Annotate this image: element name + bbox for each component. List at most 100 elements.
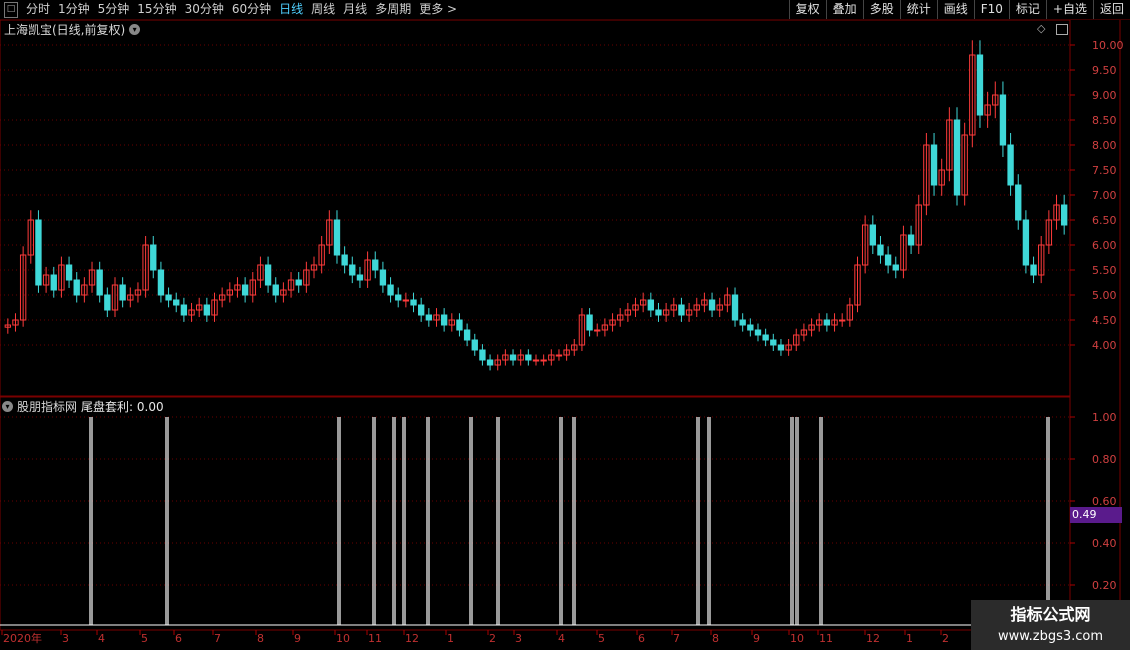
f10-button[interactable]: F10	[973, 0, 1009, 19]
candle-body	[349, 264, 356, 276]
tab-more[interactable]: 更多 >	[415, 0, 461, 19]
overlay-button[interactable]: 叠加	[825, 0, 863, 19]
candle-body	[456, 319, 463, 331]
tab-weekly[interactable]: 周线	[307, 0, 339, 19]
candle-body	[180, 304, 188, 316]
chart-canvas[interactable]: 10.00 9.50 9.00 8.50 8.00 7.50 7.00 6.50 6.00 5.5…	[0, 20, 1130, 650]
diamond-icon[interactable]: ◇	[1037, 22, 1045, 35]
period-tabs: □ 分时 1分钟 5分钟 15分钟 30分钟 60分钟 日线 周线 月线 多周期…	[0, 0, 461, 19]
candle-body	[1022, 219, 1030, 266]
candle-body	[747, 324, 754, 331]
price-tick-label: 7.50	[1092, 164, 1117, 177]
candle-body	[655, 309, 662, 316]
candle-body	[877, 244, 884, 256]
candle-body	[907, 234, 915, 246]
date-tick-label: 11	[368, 632, 382, 645]
tab-monthly[interactable]: 月线	[339, 0, 371, 19]
candle-body	[999, 94, 1007, 146]
price-tick-label: 9.50	[1092, 64, 1117, 77]
chevron-down-icon[interactable]: ▾	[129, 24, 141, 35]
candle-body	[594, 329, 601, 332]
candle-body	[1030, 264, 1037, 276]
candle-body	[264, 264, 272, 286]
candle-body	[341, 254, 348, 266]
date-tick-label: 3	[62, 632, 69, 645]
date-tick-label: 12	[866, 632, 880, 645]
menu-icon[interactable]: □	[4, 1, 18, 18]
candle-body	[410, 299, 417, 306]
price-panel-header: 上海凯宝(日线,前复权) ▾	[4, 21, 141, 38]
tab-5min[interactable]: 5分钟	[94, 0, 134, 19]
candle-body	[509, 354, 517, 361]
draw-line-button[interactable]: 画线	[936, 0, 974, 19]
mark-button[interactable]: 标记	[1008, 0, 1046, 19]
indicator-tick-label: 0.20	[1092, 579, 1117, 592]
tab-30min[interactable]: 30分钟	[181, 0, 228, 19]
price-tick-label: 9.00	[1092, 89, 1117, 102]
date-tick-label: 2020年	[3, 631, 42, 645]
stats-button[interactable]: 统计	[899, 0, 937, 19]
add-watchlist-button[interactable]: +自选	[1045, 0, 1093, 19]
candle-body	[869, 224, 876, 246]
tab-60min[interactable]: 60分钟	[228, 0, 275, 19]
current-value-badge: 0.49	[1070, 507, 1122, 523]
candle-body	[731, 294, 739, 321]
tab-15min[interactable]: 15分钟	[133, 0, 180, 19]
candle-body	[463, 329, 471, 341]
watermark-url: www.zbgs3.com	[997, 629, 1104, 644]
candle-body	[555, 354, 563, 357]
candle-body	[96, 269, 103, 296]
price-tick-label: 6.00	[1092, 239, 1117, 252]
candle-body	[770, 339, 777, 346]
indicator-tick-label: 1.00	[1092, 411, 1117, 424]
candle-body	[884, 254, 892, 266]
candle-body	[708, 299, 716, 311]
candle-body	[104, 294, 111, 311]
price-tick-label: 5.50	[1092, 264, 1117, 277]
candle-body	[379, 269, 387, 286]
chevron-down-icon[interactable]: ▾	[2, 401, 13, 412]
date-tick-label: 9	[753, 632, 760, 645]
date-tick-label: 3	[515, 632, 522, 645]
window-icon[interactable]	[1056, 24, 1068, 35]
multi-stock-button[interactable]: 多股	[862, 0, 900, 19]
fuquan-button[interactable]: 复权	[788, 0, 826, 19]
candle-body	[157, 269, 165, 296]
candle-body	[754, 329, 762, 336]
date-tick-label: 5	[141, 632, 148, 645]
date-tick-label: 1	[906, 632, 913, 645]
candle-body	[762, 334, 769, 341]
date-tick-label: 5	[598, 632, 605, 645]
tab-1min[interactable]: 1分钟	[54, 0, 94, 19]
price-tick-label: 8.00	[1092, 139, 1117, 152]
price-panel-frame	[0, 20, 1071, 397]
candle-body	[241, 284, 249, 296]
candle-body	[356, 274, 364, 281]
candle-body	[119, 284, 126, 301]
indicator-name[interactable]: 股朋指标网	[17, 398, 77, 415]
candle-body	[165, 294, 172, 301]
tab-multi-period[interactable]: 多周期	[371, 0, 415, 19]
candle-body	[678, 304, 685, 316]
tab-daily[interactable]: 日线	[275, 0, 307, 19]
candle-body	[777, 344, 785, 351]
date-tick-label: 8	[257, 632, 264, 645]
candle-body	[930, 144, 938, 186]
back-button[interactable]: 返回	[1092, 0, 1130, 19]
price-tick-label: 4.00	[1092, 339, 1117, 352]
candle-body	[387, 284, 394, 296]
candle-body	[1015, 184, 1022, 221]
candle-body	[50, 274, 57, 291]
candle-body	[953, 119, 961, 196]
candle-body	[540, 359, 547, 362]
date-tick-label: 9	[294, 632, 301, 645]
watermark-title: 指标公式网	[1010, 605, 1091, 624]
candle-body	[418, 304, 425, 316]
price-tick-label: 10.00	[1092, 39, 1124, 52]
date-tick-label: 10	[790, 632, 804, 645]
tab-fenshi[interactable]: 分时	[22, 0, 54, 19]
candle-body	[203, 304, 211, 316]
candle-body	[73, 279, 80, 296]
candle-body	[1007, 144, 1014, 186]
indicator-tick-label: 0.40	[1092, 537, 1117, 550]
